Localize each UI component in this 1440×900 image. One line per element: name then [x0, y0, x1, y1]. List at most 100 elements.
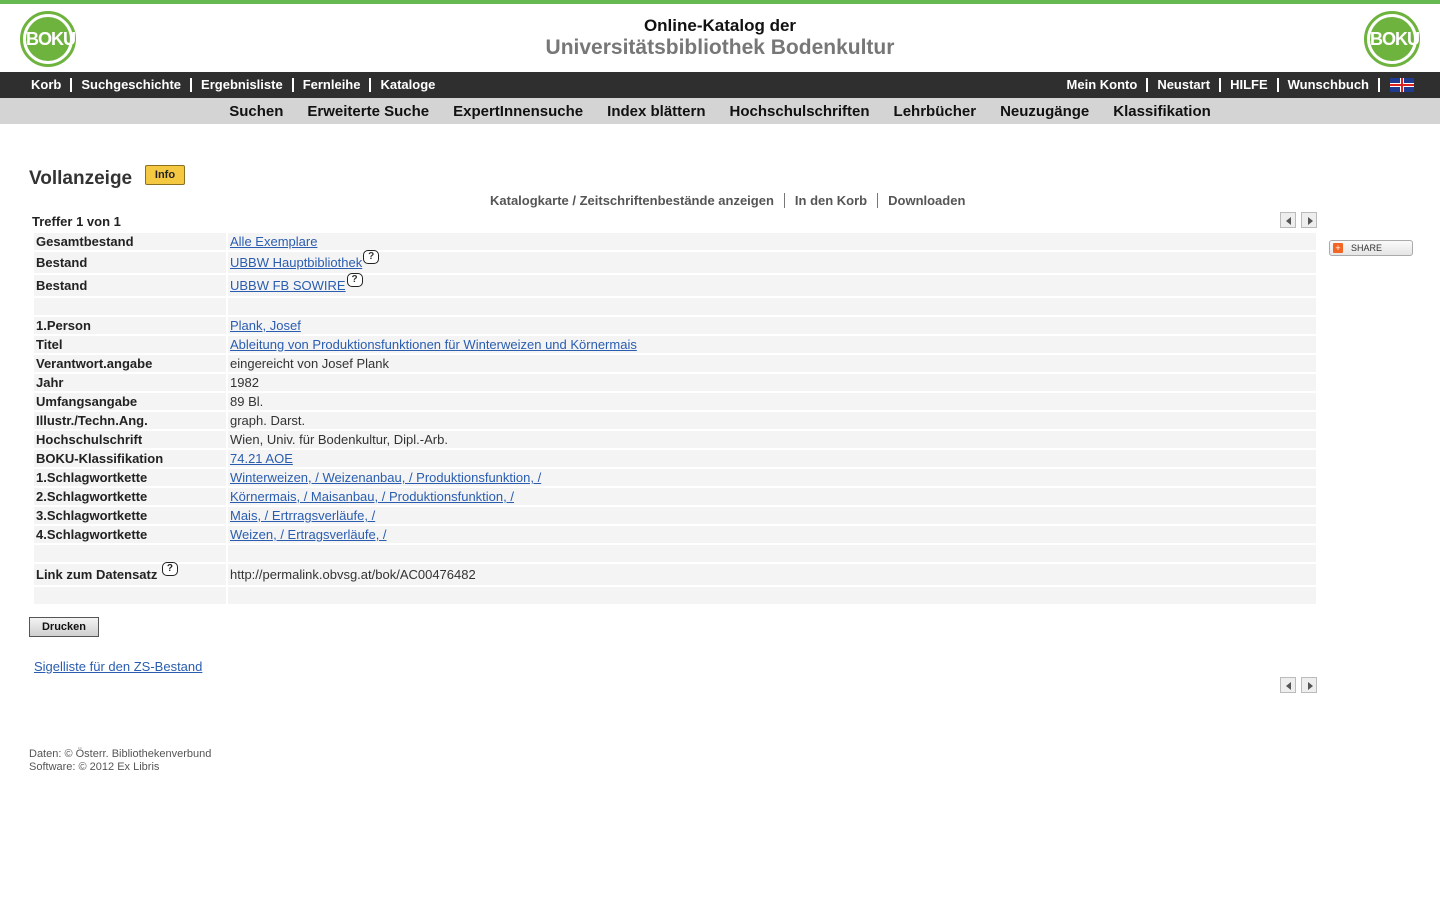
blank-cell — [228, 298, 1316, 315]
nav-expertinnensuche[interactable]: ExpertInnensuche — [453, 103, 583, 120]
downloaden-link[interactable]: Downloaden — [878, 193, 975, 208]
nav-index-blaettern[interactable]: Index blättern — [607, 103, 705, 120]
table-row: 2.Schlagwortkette Körnermais, / Maisanba… — [34, 488, 1316, 505]
plus-icon: + — [1333, 243, 1343, 253]
next-record-icon[interactable] — [1301, 677, 1317, 693]
table-row-spacer — [34, 587, 1316, 604]
table-row: 3.Schlagwortkette Mais, / Ertrragsverläu… — [34, 507, 1316, 524]
nav-wunschbuch[interactable]: Wunschbuch — [1279, 78, 1380, 92]
record-actions: Katalogkarte / Zeitschriftenbestände anz… — [490, 193, 975, 208]
nav-hilfe[interactable]: HILFE — [1221, 78, 1279, 92]
table-row-spacer — [34, 298, 1316, 315]
nav-neustart[interactable]: Neustart — [1148, 78, 1222, 92]
field-value: UBBW Hauptbibliothek? — [228, 250, 1316, 273]
table-row: 1.Schlagwortkette Winterweizen, / Weizen… — [34, 469, 1316, 486]
info-button[interactable]: Info — [145, 165, 185, 185]
page-title: Vollanzeige — [29, 168, 133, 189]
record-pager-top — [1275, 212, 1317, 228]
nav-mein-konto[interactable]: Mein Konto — [1058, 78, 1149, 92]
nav-fernleihe[interactable]: Fernleihe — [294, 78, 372, 92]
site-title-line2: Universitätsbibliothek Bodenkultur — [545, 36, 895, 59]
uk-flag-icon[interactable] — [1390, 78, 1414, 92]
nav-ergebnisliste[interactable]: Ergebnisliste — [192, 78, 294, 92]
nav-lehrbuecher[interactable]: Lehrbücher — [894, 103, 977, 120]
field-value: 89 Bl. — [228, 393, 1316, 410]
site-title-line1: Online-Katalog der — [643, 16, 797, 35]
field-label: Gesamtbestand — [34, 233, 226, 250]
nav-suchgeschichte[interactable]: Suchgeschichte — [72, 78, 193, 92]
header: BOKU Online-Katalog der Universitätsbibl… — [0, 4, 1440, 72]
table-row: Bestand UBBW Hauptbibliothek? — [34, 250, 1316, 273]
footer-software-credit: Software: © 2012 Ex Libris — [29, 761, 160, 773]
permalink-value: http://permalink.obvsg.at/bok/AC00476482 — [228, 564, 1316, 585]
subject-chain-link[interactable]: Mais, / Ertrragsverläufe, / — [230, 508, 375, 523]
title-link[interactable]: Ableitung von Produktionsfunktionen für … — [230, 337, 637, 352]
field-label: Verantwort.angabe — [34, 355, 226, 372]
nav-hochschulschriften[interactable]: Hochschulschriften — [730, 103, 870, 120]
nav-erweiterte-suche[interactable]: Erweiterte Suche — [307, 103, 429, 120]
nav-suchen[interactable]: Suchen — [229, 103, 283, 120]
help-icon[interactable]: ? — [161, 562, 178, 576]
holding-link-sowire[interactable]: UBBW FB SOWIRE — [230, 278, 346, 293]
share-button[interactable]: + SHARE — [1329, 240, 1413, 256]
field-label: Link zum Datensatz ? — [34, 562, 226, 585]
field-value: 74.21 AOE — [228, 450, 1316, 467]
field-value: Mais, / Ertrragsverläufe, / — [228, 507, 1316, 524]
table-row: Gesamtbestand Alle Exemplare — [34, 233, 1316, 250]
subject-chain-link[interactable]: Körnermais, / Maisanbau, / Produktionsfu… — [230, 489, 514, 504]
field-value: Körnermais, / Maisanbau, / Produktionsfu… — [228, 488, 1316, 505]
next-record-icon[interactable] — [1301, 212, 1317, 228]
record-pager-bottom — [1275, 677, 1317, 693]
blank-cell — [34, 298, 226, 315]
field-value: eingereicht von Josef Plank — [228, 355, 1316, 372]
nav-neuzugaenge[interactable]: Neuzugänge — [1000, 103, 1089, 120]
footer-data-credit: Daten: © Österr. Bibliothekenverbund — [29, 748, 212, 760]
field-label: 4.Schlagwortkette — [34, 526, 226, 543]
blank-cell — [228, 587, 1316, 604]
record-table: Gesamtbestand Alle Exemplare Bestand UBB… — [32, 231, 1318, 606]
previous-record-icon[interactable] — [1280, 212, 1296, 228]
boku-logo-right[interactable]: BOKU — [1364, 11, 1420, 67]
field-label: Bestand — [34, 252, 226, 273]
field-label: Umfangsangabe — [34, 393, 226, 410]
table-row: 4.Schlagwortkette Weizen, / Ertragsverlä… — [34, 526, 1316, 543]
alle-exemplare-link[interactable]: Alle Exemplare — [230, 234, 317, 249]
field-label: Titel — [34, 336, 226, 353]
print-button[interactable]: Drucken — [29, 617, 99, 637]
help-icon[interactable]: ? — [363, 250, 380, 264]
field-label: Hochschulschrift — [34, 431, 226, 448]
person-link[interactable]: Plank, Josef — [230, 318, 301, 333]
top-navigation-bar: Korb Suchgeschichte Ergebnisliste Fernle… — [0, 72, 1440, 98]
share-label: SHARE — [1351, 243, 1383, 253]
field-label: Bestand — [34, 275, 226, 296]
field-label: BOKU-Klassifikation — [34, 450, 226, 467]
field-label: 3.Schlagwortkette — [34, 507, 226, 524]
classification-link[interactable]: 74.21 AOE — [230, 451, 293, 466]
field-value: Alle Exemplare — [228, 233, 1316, 250]
in-den-korb-link[interactable]: In den Korb — [785, 193, 879, 208]
table-row: Illustr./Techn.Ang. graph. Darst. — [34, 412, 1316, 429]
katalogkarte-link[interactable]: Katalogkarte / Zeitschriftenbestände anz… — [490, 193, 785, 208]
subject-chain-link[interactable]: Winterweizen, / Weizenanbau, / Produktio… — [230, 470, 541, 485]
field-value: Ableitung von Produktionsfunktionen für … — [228, 336, 1316, 353]
help-icon[interactable]: ? — [346, 273, 363, 287]
subject-chain-link[interactable]: Weizen, / Ertragsverläufe, / — [230, 527, 387, 542]
field-value: Wien, Univ. für Bodenkultur, Dipl.-Arb. — [228, 431, 1316, 448]
holding-link-hauptbibliothek[interactable]: UBBW Hauptbibliothek — [230, 255, 362, 270]
nav-klassifikation[interactable]: Klassifikation — [1113, 103, 1211, 120]
field-label: 2.Schlagwortkette — [34, 488, 226, 505]
hit-counter: Treffer 1 von 1 — [32, 214, 121, 229]
field-value: Winterweizen, / Weizenanbau, / Produktio… — [228, 469, 1316, 486]
table-row: Bestand UBBW FB SOWIRE? — [34, 273, 1316, 296]
table-row: Jahr 1982 — [34, 374, 1316, 391]
table-row: BOKU-Klassifikation 74.21 AOE — [34, 450, 1316, 467]
field-value: UBBW FB SOWIRE? — [228, 273, 1316, 296]
sigel-list-link[interactable]: Sigelliste für den ZS-Bestand — [34, 659, 202, 674]
footer: Daten: © Österr. Bibliothekenverbund Sof… — [29, 748, 211, 774]
nav-korb[interactable]: Korb — [22, 78, 73, 92]
nav-kataloge[interactable]: Kataloge — [371, 78, 444, 92]
table-row: Link zum Datensatz ? http://permalink.ob… — [34, 562, 1316, 585]
permalink-label: Link zum Datensatz — [36, 567, 158, 582]
logo-text: BOKU — [1370, 17, 1420, 61]
previous-record-icon[interactable] — [1280, 677, 1296, 693]
